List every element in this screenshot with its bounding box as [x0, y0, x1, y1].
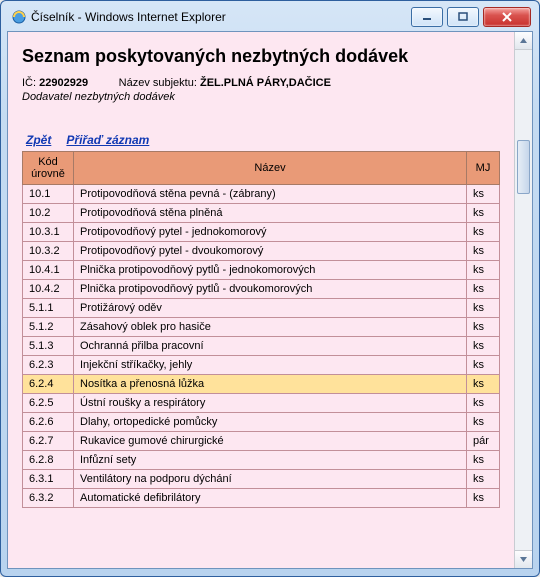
- table-row[interactable]: 6.2.7Rukavice gumové chirurgicképár: [23, 432, 500, 451]
- cell-name: Injekční stříkačky, jehly: [74, 356, 467, 375]
- window-titlebar: Číselník - Windows Internet Explorer: [7, 7, 533, 31]
- cell-mj: ks: [467, 261, 500, 280]
- page-content: Seznam poskytovaných nezbytných dodávek …: [8, 32, 514, 568]
- cell-code: 6.3.2: [23, 489, 74, 508]
- client-area: Seznam poskytovaných nezbytných dodávek …: [7, 31, 533, 569]
- table-row[interactable]: 6.2.5Ústní roušky a respirátoryks: [23, 394, 500, 413]
- cell-code: 5.1.3: [23, 337, 74, 356]
- window-buttons: [407, 7, 531, 27]
- cell-mj: ks: [467, 394, 500, 413]
- table-row[interactable]: 5.1.3Ochranná přilba pracovníks: [23, 337, 500, 356]
- cell-name: Ventilátory na podporu dýchání: [74, 470, 467, 489]
- ic-value: 22902929: [39, 77, 88, 89]
- cell-code: 6.2.3: [23, 356, 74, 375]
- cell-mj: ks: [467, 223, 500, 242]
- cell-code: 10.2: [23, 204, 74, 223]
- ie-favicon: [11, 9, 27, 25]
- cell-mj: ks: [467, 318, 500, 337]
- cell-code: 6.2.4: [23, 375, 74, 394]
- window-title: Číselník - Windows Internet Explorer: [31, 10, 407, 24]
- maximize-button[interactable]: [447, 7, 479, 27]
- cell-name: Infůzní sety: [74, 451, 467, 470]
- col-header-name: Název: [74, 152, 467, 185]
- col-header-code: Kód úrovně: [23, 152, 74, 185]
- table-row[interactable]: 6.3.1Ventilátory na podporu dýcháníks: [23, 470, 500, 489]
- table-row[interactable]: 10.2Protipovodňová stěna plněnáks: [23, 204, 500, 223]
- cell-mj: ks: [467, 470, 500, 489]
- subject-value: ŽEL.PLNÁ PÁRY,DAČICE: [200, 77, 331, 89]
- table-row[interactable]: 5.1.1Protižárový oděvks: [23, 299, 500, 318]
- cell-mj: ks: [467, 185, 500, 204]
- minimize-button[interactable]: [411, 7, 443, 27]
- cell-name: Protipovodňový pytel - jednokomorový: [74, 223, 467, 242]
- table-row[interactable]: 5.1.2Zásahový oblek pro hasičeks: [23, 318, 500, 337]
- close-button[interactable]: [483, 7, 531, 27]
- cell-name: Protipovodňová stěna plněná: [74, 204, 467, 223]
- scroll-down-button[interactable]: [515, 550, 532, 568]
- page-title: Seznam poskytovaných nezbytných dodávek: [22, 46, 500, 67]
- cell-code: 6.2.6: [23, 413, 74, 432]
- cell-name: Zásahový oblek pro hasiče: [74, 318, 467, 337]
- col-header-mj: MJ: [467, 152, 500, 185]
- cell-name: Plnička protipovodňový pytlů - jednokomo…: [74, 261, 467, 280]
- cell-name: Protižárový oděv: [74, 299, 467, 318]
- meta-line-1: IČ: 22902929 Název subjektu: ŽEL.PLNÁ PÁ…: [22, 77, 500, 89]
- cell-name: Ochranná přilba pracovní: [74, 337, 467, 356]
- subject-label: Název subjektu:: [119, 77, 197, 89]
- supplier-note: Dodavatel nezbytných dodávek: [22, 91, 500, 103]
- cell-mj: ks: [467, 204, 500, 223]
- browser-window: Číselník - Windows Internet Explorer Sez…: [0, 0, 540, 577]
- scroll-up-button[interactable]: [515, 32, 532, 50]
- table-row[interactable]: 6.2.3Injekční stříkačky, jehlyks: [23, 356, 500, 375]
- cell-mj: ks: [467, 489, 500, 508]
- table-row[interactable]: 10.3.2Protipovodňový pytel - dvoukomorov…: [23, 242, 500, 261]
- cell-mj: ks: [467, 356, 500, 375]
- cell-name: Nosítka a přenosná lůžka: [74, 375, 467, 394]
- records-table: Kód úrovně Název MJ 10.1Protipovodňová s…: [22, 151, 500, 508]
- cell-code: 10.4.1: [23, 261, 74, 280]
- cell-mj: ks: [467, 451, 500, 470]
- cell-code: 6.2.7: [23, 432, 74, 451]
- cell-code: 10.3.2: [23, 242, 74, 261]
- assign-record-link[interactable]: Přiřaď záznam: [66, 133, 149, 147]
- cell-code: 6.2.8: [23, 451, 74, 470]
- cell-mj: ks: [467, 242, 500, 261]
- scroll-thumb[interactable]: [517, 140, 530, 194]
- cell-code: 5.1.2: [23, 318, 74, 337]
- action-links: Zpět Přiřaď záznam: [26, 133, 500, 147]
- cell-code: 5.1.1: [23, 299, 74, 318]
- vertical-scrollbar[interactable]: [514, 32, 532, 568]
- cell-code: 10.3.1: [23, 223, 74, 242]
- cell-name: Plnička protipovodňový pytlů - dvoukomor…: [74, 280, 467, 299]
- cell-mj: ks: [467, 280, 500, 299]
- cell-code: 10.1: [23, 185, 74, 204]
- cell-name: Protipovodňová stěna pevná - (zábrany): [74, 185, 467, 204]
- cell-name: Ústní roušky a respirátory: [74, 394, 467, 413]
- table-row[interactable]: 10.1Protipovodňová stěna pevná - (zábran…: [23, 185, 500, 204]
- cell-mj: ks: [467, 375, 500, 394]
- cell-name: Automatické defibrilátory: [74, 489, 467, 508]
- cell-mj: ks: [467, 337, 500, 356]
- cell-name: Protipovodňový pytel - dvoukomorový: [74, 242, 467, 261]
- cell-name: Rukavice gumové chirurgické: [74, 432, 467, 451]
- cell-mj: ks: [467, 413, 500, 432]
- cell-code: 6.3.1: [23, 470, 74, 489]
- cell-mj: pár: [467, 432, 500, 451]
- table-row[interactable]: 6.2.4Nosítka a přenosná lůžkaks: [23, 375, 500, 394]
- table-row[interactable]: 6.2.6Dlahy, ortopedické pomůckyks: [23, 413, 500, 432]
- table-row[interactable]: 6.3.2Automatické defibrilátoryks: [23, 489, 500, 508]
- table-row[interactable]: 10.4.1Plnička protipovodňový pytlů - jed…: [23, 261, 500, 280]
- scroll-track[interactable]: [515, 50, 532, 550]
- cell-code: 6.2.5: [23, 394, 74, 413]
- ic-label: IČ:: [22, 77, 36, 89]
- table-row[interactable]: 10.4.2Plnička protipovodňový pytlů - dvo…: [23, 280, 500, 299]
- table-row[interactable]: 6.2.8Infůzní setyks: [23, 451, 500, 470]
- back-link[interactable]: Zpět: [26, 133, 51, 147]
- cell-code: 10.4.2: [23, 280, 74, 299]
- cell-mj: ks: [467, 299, 500, 318]
- table-row[interactable]: 10.3.1Protipovodňový pytel - jednokomoro…: [23, 223, 500, 242]
- cell-name: Dlahy, ortopedické pomůcky: [74, 413, 467, 432]
